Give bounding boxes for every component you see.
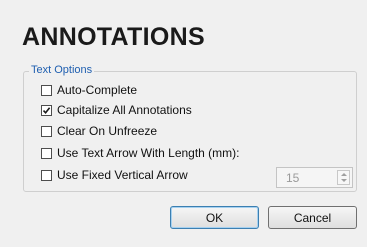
chevron-down-icon[interactable] (341, 179, 347, 182)
text-arrow-length-label: Use Text Arrow With Length (mm): (57, 146, 240, 160)
option-auto-complete[interactable]: Auto-Complete (41, 83, 137, 97)
clear-on-unfreeze-label: Clear On Unfreeze (57, 124, 158, 138)
auto-complete-checkbox[interactable] (41, 84, 52, 96)
option-clear-on-unfreeze[interactable]: Clear On Unfreeze (41, 124, 157, 138)
chevron-up-icon[interactable] (341, 173, 347, 176)
check-icon (42, 106, 51, 114)
arrow-length-stepper[interactable] (337, 170, 350, 185)
capitalize-all-checkbox[interactable] (41, 104, 52, 116)
ok-button[interactable]: OK (170, 206, 259, 229)
option-fixed-vertical-arrow[interactable]: Use Fixed Vertical Arrow (41, 168, 188, 182)
option-capitalize-all[interactable]: Capitalize All Annotations (41, 103, 192, 117)
text-arrow-length-checkbox[interactable] (41, 147, 52, 159)
dialog-title: ANNOTATIONS (22, 23, 205, 51)
option-text-arrow-length[interactable]: Use Text Arrow With Length (mm): (41, 146, 240, 160)
annotations-dialog: ANNOTATIONS Text Options Auto-Complete C… (0, 0, 367, 247)
arrow-length-spinbox[interactable]: 15 (276, 167, 353, 188)
fixed-vertical-arrow-checkbox[interactable] (41, 169, 52, 181)
clear-on-unfreeze-checkbox[interactable] (41, 125, 52, 137)
capitalize-all-label: Capitalize All Annotations (57, 103, 192, 117)
text-options-legend: Text Options (29, 64, 95, 76)
cancel-button[interactable]: Cancel (268, 206, 357, 229)
fixed-vertical-arrow-label: Use Fixed Vertical Arrow (57, 168, 188, 182)
arrow-length-value: 15 (286, 171, 300, 185)
auto-complete-label: Auto-Complete (57, 83, 138, 97)
